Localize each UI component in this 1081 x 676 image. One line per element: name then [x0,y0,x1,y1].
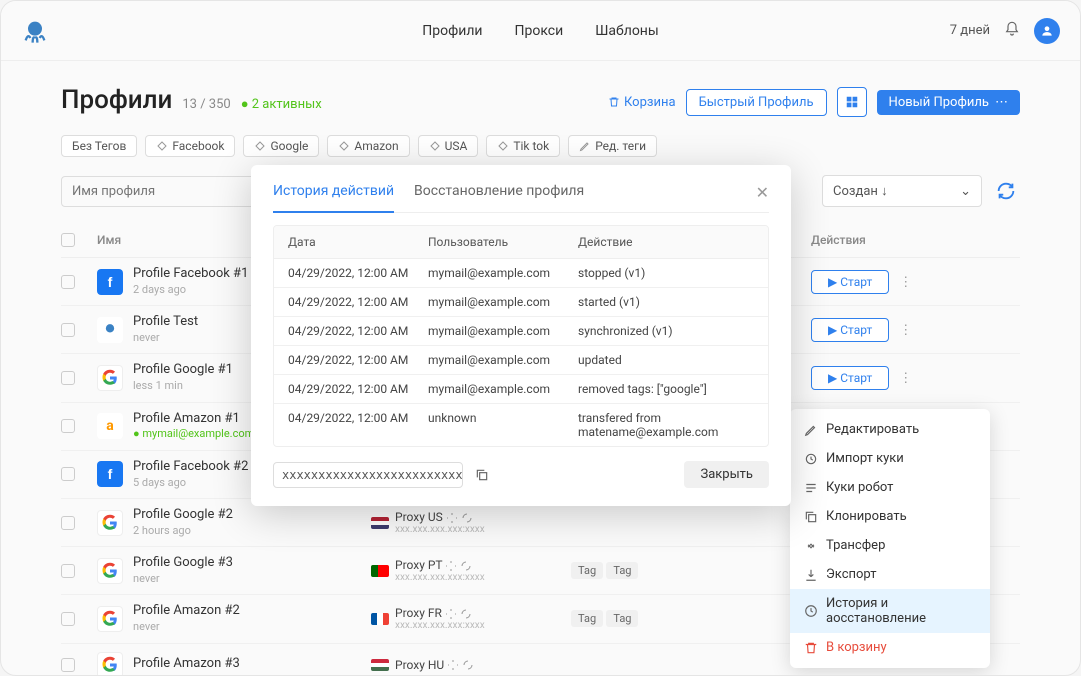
app-logo [21,17,49,45]
copy-icon[interactable] [471,464,493,486]
grid-button[interactable] [837,87,867,117]
row-checkbox[interactable] [61,658,75,672]
nav-templates[interactable]: Шаблоны [595,23,659,39]
start-button[interactable]: ▶ Старт [811,318,889,342]
tag-edit[interactable]: Ред. теги [568,135,657,157]
history-row: 04/29/2022, 12:00 AMmymail@example.comst… [274,288,768,317]
profile-name: Profile Amazon #1 [133,411,254,428]
row-checkbox[interactable] [61,516,75,530]
profile-name: Profile Google #2 [133,507,233,524]
profile-name: Profile Test [133,314,198,331]
row-tag: Tag [571,610,603,627]
menu-item[interactable]: История и аосстановление [790,589,990,633]
tag-usa[interactable]: USA [418,135,479,157]
history-row: 04/29/2022, 12:00 AMmymail@example.comup… [274,346,768,375]
row-checkbox[interactable] [61,467,75,481]
tab-restore[interactable]: Восстановление профиля [414,183,584,212]
tag-notags[interactable]: Без Тегов [61,135,137,157]
menu-item[interactable]: Клонировать [790,502,990,531]
profile-name: Profile Facebook #1 [133,266,248,283]
tag-google[interactable]: Google [243,135,319,157]
row-checkbox[interactable] [61,371,75,385]
profile-sub: never [133,331,198,345]
new-profile-button[interactable]: Новый Профиль⋯ [877,90,1020,115]
profile-name: Profile Facebook #2 [133,459,248,476]
profile-count: 13 / 350 [182,97,230,112]
select-all-checkbox[interactable] [61,233,75,247]
row-more-icon[interactable]: ⋮ [899,275,912,290]
nav-profiles[interactable]: Профили [422,23,482,39]
row-more-icon[interactable]: ⋮ [899,371,912,386]
profile-sub: 2 days ago [133,283,248,297]
menu-item[interactable]: Куки робот [790,473,990,502]
history-row: 04/29/2022, 12:00 AMmymail@example.comsy… [274,317,768,346]
user-avatar[interactable] [1034,18,1060,44]
trash-link[interactable]: Корзина [608,95,676,110]
start-button[interactable]: ▶ Старт [811,270,889,294]
tag-amazon[interactable]: Amazon [327,135,409,157]
profile-sub: ● mymail@example.com [133,427,254,441]
top-header: Профили Прокси Шаблоны 7 дней [1,1,1080,61]
modal-close-icon[interactable]: ✕ [756,183,769,202]
hcol-date: Дата [288,235,428,249]
refresh-icon[interactable] [992,177,1020,205]
nav-proxies[interactable]: Прокси [514,23,563,39]
menu-item[interactable]: В корзину [790,633,990,662]
hcol-action: Действие [578,235,754,249]
row-more-icon[interactable]: ⋮ [899,323,912,338]
profile-sub: 5 days ago [133,476,248,490]
page-title: Профили [61,85,172,115]
row-checkbox[interactable] [61,323,75,337]
row-tag: Tag [606,610,638,627]
history-modal: История действий Восстановление профиля … [251,165,791,506]
profile-name: Profile Google #1 [133,362,233,379]
profile-sub: never [133,620,240,634]
profile-sub: never [133,572,233,586]
menu-item[interactable]: Экспорт [790,560,990,589]
trash-label: Корзина [624,95,676,110]
days-badge: 7 дней [950,23,990,38]
row-checkbox[interactable] [61,612,75,626]
profile-sub: less 1 min [133,379,233,393]
tag-facebook[interactable]: Facebook [145,135,235,157]
profile-name: Profile Google #3 [133,555,233,572]
start-button[interactable]: ▶ Старт [811,366,889,390]
hcol-user: Пользователь [428,235,578,249]
row-tag: Tag [571,562,603,579]
history-row: 04/29/2022, 12:00 AMmymail@example.comst… [274,259,768,288]
profile-name: Profile Amazon #3 [133,656,240,673]
tags-row: Без Тегов Facebook Google Amazon USA Tik… [61,135,1020,157]
menu-item[interactable]: Импорт куки [790,444,990,473]
history-row: 04/29/2022, 12:00 AMunknowntransfered fr… [274,404,768,446]
bell-icon[interactable] [1004,21,1020,41]
profile-sub: 2 hours ago [133,524,233,538]
tab-history[interactable]: История действий [273,183,394,213]
close-button[interactable]: Закрыть [684,461,769,488]
menu-item[interactable]: Трансфер [790,531,990,560]
menu-item[interactable]: Редактировать [790,415,990,444]
row-tag: Tag [606,562,638,579]
col-actions: Действия [811,233,991,247]
profile-name: Profile Amazon #2 [133,603,240,620]
row-checkbox[interactable] [61,564,75,578]
tag-tiktok[interactable]: Tik tok [486,135,560,157]
quick-profile-button[interactable]: Быстрый Профиль [686,89,827,116]
profile-id-field[interactable]: xxxxxxxxxxxxxxxxxxxxxxxxxxxxxxxx [273,462,463,488]
context-menu: РедактироватьИмпорт кукиКуки роботКлонир… [790,409,990,668]
active-count: 2 активных [241,96,322,112]
sort-select[interactable]: Создан ↓⌄ [822,175,982,207]
row-checkbox[interactable] [61,275,75,289]
row-checkbox[interactable] [61,419,75,433]
history-row: 04/29/2022, 12:00 AMmymail@example.comre… [274,375,768,404]
